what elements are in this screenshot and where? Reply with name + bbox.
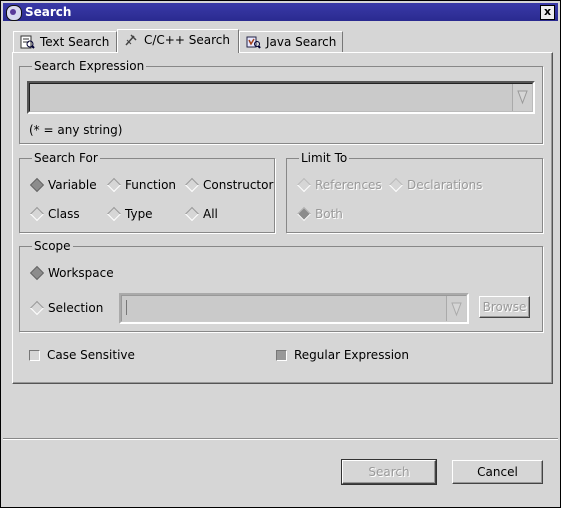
radio-label: All (203, 207, 218, 221)
limit-to-legend: Limit To (299, 151, 350, 165)
footer-separator (3, 438, 558, 440)
radio-label: Function (125, 178, 177, 192)
cancel-button[interactable]: Cancel (452, 460, 543, 484)
cpp-search-icon (125, 34, 137, 46)
radio-indicator (106, 177, 122, 193)
app-icon (6, 5, 22, 21)
radio-indicator (29, 206, 45, 222)
tab-panel: Search Expression (* = any string) Searc… (12, 52, 553, 384)
java-search-icon (246, 36, 261, 49)
checkbox-indicator (29, 350, 40, 361)
scope-group: Scope Workspace Selection Browse (19, 239, 543, 332)
radio-indicator (29, 300, 45, 316)
search-for-group: Search For Variable Function Constructor… (19, 151, 275, 233)
window-title: Search (25, 5, 72, 19)
regular-expression-checkbox[interactable]: Regular Expression (276, 347, 409, 363)
radio-label: Class (48, 207, 80, 221)
close-button[interactable]: x (540, 5, 555, 20)
selection-dropdown[interactable] (446, 296, 466, 321)
tab-cpp-search[interactable]: C/C++ Search (117, 29, 239, 53)
text-cursor (126, 300, 127, 315)
radio-constructor[interactable]: Constructor (184, 177, 274, 193)
search-expression-hint: (* = any string) (29, 123, 123, 137)
checkbox-label: Regular Expression (294, 348, 409, 362)
case-sensitive-checkbox[interactable]: Case Sensitive (29, 347, 135, 363)
radio-label: Selection (48, 301, 104, 315)
radio-indicator (296, 206, 312, 222)
scope-legend: Scope (32, 239, 73, 253)
browse-button[interactable]: Browse (479, 296, 530, 318)
radio-indicator (29, 177, 45, 193)
radio-both[interactable]: Both (296, 206, 343, 222)
radio-label: Type (125, 207, 153, 221)
limit-to-group: Limit To References Declarations Both (286, 151, 543, 233)
selection-combo[interactable] (119, 293, 469, 324)
radio-indicator (388, 177, 404, 193)
radio-references[interactable]: References (296, 177, 382, 193)
search-expression-combo[interactable] (27, 81, 535, 114)
radio-declarations[interactable]: Declarations (388, 177, 483, 193)
search-expression-group: Search Expression (* = any string) (19, 59, 543, 144)
radio-indicator (29, 265, 45, 281)
tab-label: C/C++ Search (144, 33, 230, 47)
checkbox-indicator (276, 350, 287, 361)
search-dialog: Search x Text Search C/C++ Search Java S… (0, 0, 561, 508)
radio-function[interactable]: Function (106, 177, 177, 193)
radio-label: Both (315, 207, 343, 221)
search-expression-dropdown[interactable] (512, 84, 532, 111)
title-bar: Search x (3, 3, 558, 21)
radio-label: Constructor (203, 178, 274, 192)
tab-label: Java Search (266, 35, 337, 49)
radio-label: References (315, 178, 382, 192)
radio-label: Declarations (407, 178, 483, 192)
radio-label: Workspace (48, 266, 114, 280)
checkbox-label: Case Sensitive (47, 348, 135, 362)
tab-java-search[interactable]: Java Search (239, 31, 343, 52)
radio-indicator (296, 177, 312, 193)
chevron-down-icon (451, 302, 462, 317)
radio-indicator (184, 206, 200, 222)
radio-label: Variable (48, 178, 97, 192)
selection-input[interactable] (121, 295, 467, 322)
radio-variable[interactable]: Variable (29, 177, 97, 193)
tab-text-search[interactable]: Text Search (13, 31, 117, 52)
radio-selection[interactable]: Selection (29, 300, 104, 316)
radio-indicator (106, 206, 122, 222)
search-button[interactable]: Search (341, 459, 437, 485)
tab-label: Text Search (40, 35, 110, 49)
search-expression-legend: Search Expression (32, 59, 147, 73)
search-for-legend: Search For (32, 151, 100, 165)
text-search-icon (20, 35, 35, 49)
radio-workspace[interactable]: Workspace (29, 265, 114, 281)
radio-indicator (184, 177, 200, 193)
search-expression-input[interactable] (29, 83, 533, 112)
radio-class[interactable]: Class (29, 206, 80, 222)
radio-type[interactable]: Type (106, 206, 153, 222)
radio-all[interactable]: All (184, 206, 218, 222)
chevron-down-icon (517, 90, 528, 105)
